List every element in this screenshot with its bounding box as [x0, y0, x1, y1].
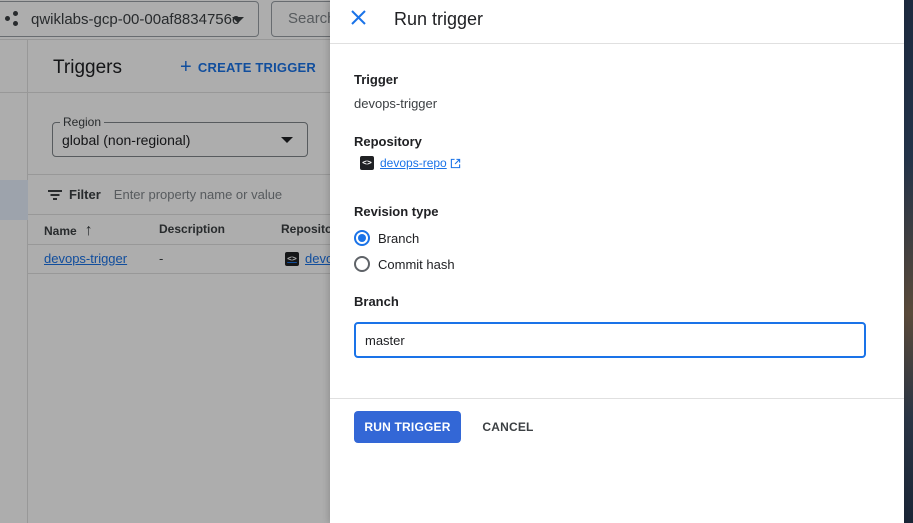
branch-label: Branch: [354, 294, 399, 309]
radio-commit-hash[interactable]: Commit hash: [354, 256, 455, 272]
revision-type-label: Revision type: [354, 204, 439, 219]
footer-divider: [330, 398, 904, 399]
radio-unchecked-icon: [354, 256, 370, 272]
repository-link[interactable]: <> devops-repo: [360, 156, 461, 170]
run-trigger-button[interactable]: RUN TRIGGER: [354, 411, 461, 443]
branch-input[interactable]: [354, 322, 866, 358]
panel-header: Run trigger: [330, 0, 904, 44]
radio-checked-icon: [354, 230, 370, 246]
panel-title: Run trigger: [394, 9, 484, 29]
cancel-button[interactable]: CANCEL: [470, 411, 546, 443]
close-icon[interactable]: [349, 8, 369, 28]
trigger-label: Trigger: [354, 72, 399, 87]
radio-branch[interactable]: Branch: [354, 230, 419, 246]
modal-scrim[interactable]: [0, 0, 330, 523]
repository-label: Repository: [354, 134, 422, 149]
code-icon: <>: [360, 156, 374, 170]
background-strip: [904, 0, 913, 523]
run-trigger-panel: Run trigger Trigger devops-trigger Repos…: [330, 0, 904, 523]
trigger-value: devops-trigger: [354, 96, 438, 111]
external-link-icon: [450, 158, 460, 168]
repository-value: devops-repo: [380, 156, 447, 170]
